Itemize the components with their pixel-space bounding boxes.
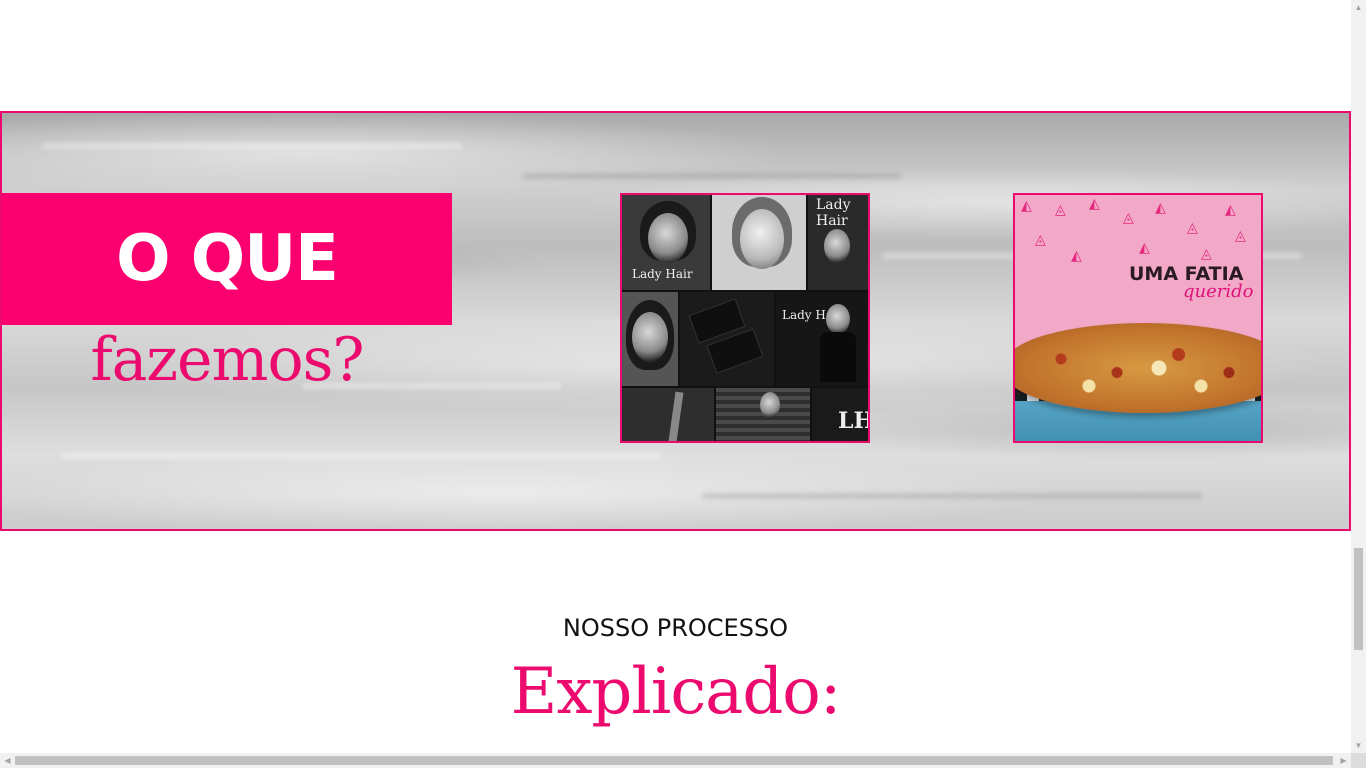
horizontal-scroll-thumb[interactable]: [15, 756, 1333, 765]
pizza-doodle-icon: ◭: [1071, 247, 1082, 263]
process-title: Explicado:: [510, 655, 842, 729]
scroll-right-arrow-icon[interactable]: ▶: [1336, 753, 1351, 768]
pizza-doodle-icon: ◬: [1235, 227, 1246, 243]
pizza-doodle-icon: ◬: [1187, 219, 1198, 235]
collage-photo: [622, 292, 678, 386]
pizza-doodle-icon: ◭: [1089, 195, 1100, 211]
pizza-script: querido: [1183, 281, 1254, 302]
cloud-streak: [702, 493, 1202, 499]
collage-photo: [622, 388, 714, 441]
portfolio-card-pizza[interactable]: ◭ ◬ ◭ ◬ ◭ ◬ ◭ ◬ ◬ ◭ ◭ ◬ UMA FATIA querid…: [1013, 193, 1263, 443]
collage-brand-label: Lady Hair: [632, 267, 693, 281]
pizza-doodle-icon: ◭: [1225, 201, 1236, 217]
collage-photo: Lady Hair: [622, 195, 710, 290]
pizza-doodle-icon: ◬: [1035, 231, 1046, 247]
what-we-do-section: O QUE fazemos? Lady Hair Lady Hair Lady …: [0, 111, 1351, 531]
scroll-up-arrow-icon[interactable]: ▲: [1351, 0, 1366, 15]
section-title: O QUE: [116, 222, 339, 296]
collage-photo: [680, 292, 774, 386]
page-viewport: O QUE fazemos? Lady Hair Lady Hair Lady …: [0, 0, 1351, 753]
vertical-scrollbar[interactable]: ▲ ▼: [1351, 0, 1366, 753]
pizza-doodle-icon: ◬: [1123, 209, 1134, 225]
pizza-doodle-icon: ◬: [1201, 245, 1212, 261]
section-title-banner: O QUE: [2, 193, 452, 325]
pizza-doodle-icon: ◭: [1155, 199, 1166, 215]
collage-photo: [712, 195, 806, 290]
section-subtitle: fazemos?: [90, 325, 364, 395]
process-kicker: NOSSO PROCESSO: [562, 614, 789, 642]
brand-monogram: LH: [838, 408, 868, 434]
collage-brand-label: Lady Hair: [816, 197, 851, 229]
collage-photo: Lady Hair: [776, 292, 868, 386]
pizza-doodle-icon: ◬: [1055, 201, 1066, 217]
scrollbar-corner: [1351, 753, 1366, 768]
vertical-scroll-thumb[interactable]: [1354, 548, 1363, 650]
collage-logo-tile: LH: [812, 388, 868, 441]
cloud-streak: [62, 453, 662, 459]
cloud-streak: [522, 173, 902, 179]
portfolio-card-lady-hair[interactable]: Lady Hair Lady Hair Lady Hair L: [620, 193, 870, 443]
pizza-doodle-icon: ◭: [1139, 239, 1150, 255]
pizza-image: [1015, 323, 1261, 413]
scroll-down-arrow-icon[interactable]: ▼: [1351, 738, 1366, 753]
collage-photo: [716, 388, 810, 441]
scroll-left-arrow-icon[interactable]: ◀: [0, 753, 15, 768]
pizza-doodle-icon: ◭: [1021, 197, 1032, 213]
collage-photo: Lady Hair: [808, 195, 868, 290]
horizontal-scrollbar[interactable]: ◀ ▶: [0, 753, 1351, 768]
cloud-streak: [42, 143, 462, 149]
